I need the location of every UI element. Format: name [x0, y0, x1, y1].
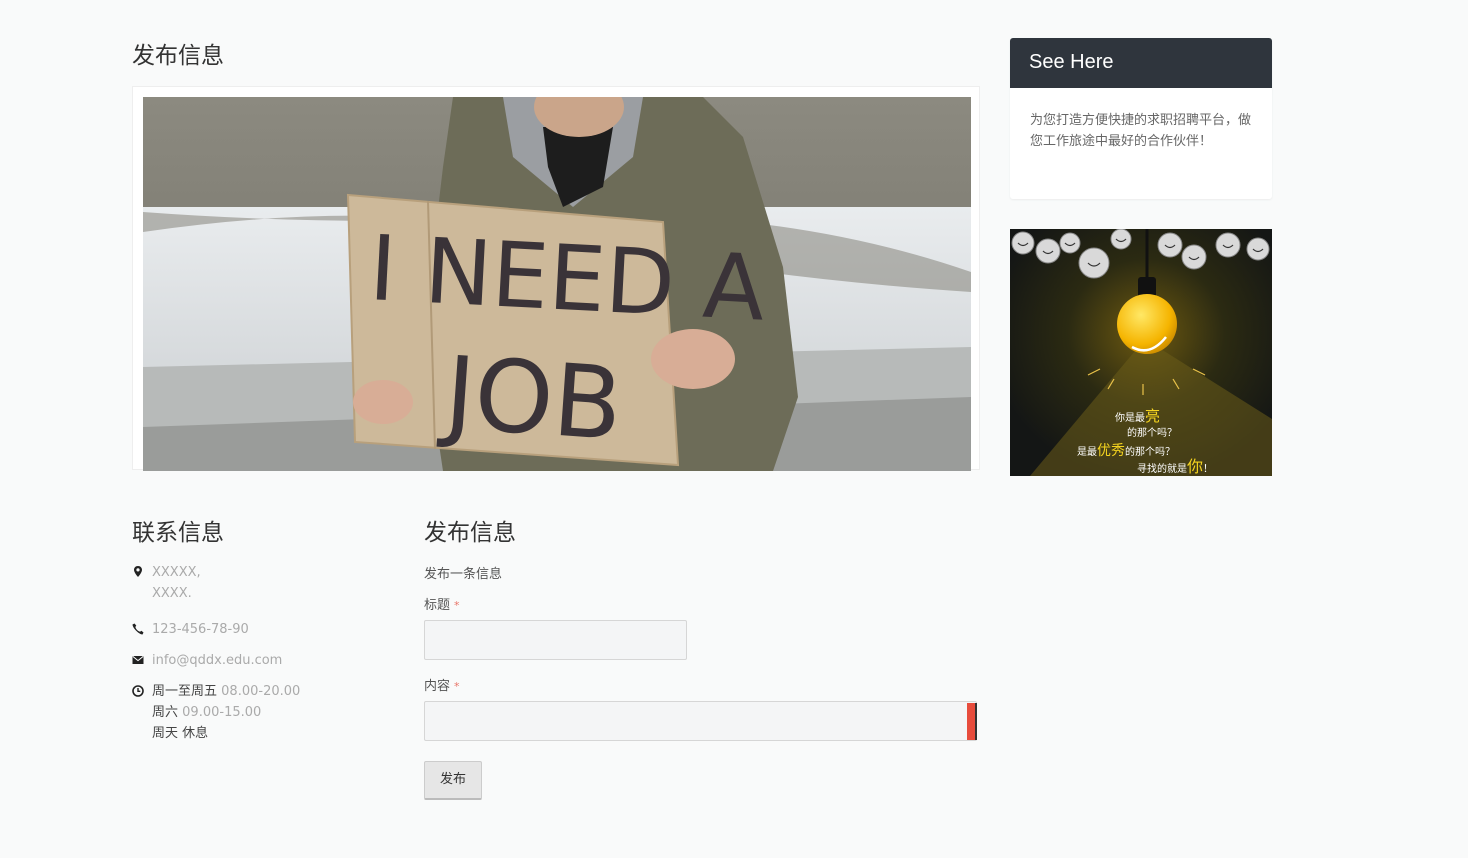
- input-resize-handle[interactable]: [967, 703, 977, 740]
- address-line-1: XXXXX,: [152, 565, 201, 580]
- sign-text-2: JOB: [435, 334, 626, 463]
- phone-text: 123-456-78-90: [152, 622, 249, 637]
- title-field-label: 标题 *: [424, 598, 460, 613]
- sidebar-card-body: 为您打造方便快捷的求职招聘平台，做您工作旅途中最好的合作伙伴！: [1030, 113, 1252, 149]
- envelope-icon: [132, 656, 144, 664]
- form-lead-text: 发布一条信息: [424, 567, 503, 582]
- sidebar-info-card: See Here 为您打造方便快捷的求职招聘平台，做您工作旅途中最好的合作伙伴！: [1010, 38, 1272, 199]
- contact-section-title: 联系信息: [132, 520, 224, 546]
- clock-icon: [132, 685, 144, 697]
- hero-image: I NEED A JOB: [143, 97, 971, 471]
- hours-row: 周六 09.00-15.00: [152, 705, 262, 720]
- phone-icon: [132, 623, 144, 635]
- address-line-2: XXXX.: [152, 586, 192, 601]
- svg-text:的那个吗？: 的那个吗？: [1127, 426, 1177, 439]
- hours-row: 周一至周五 08.00-20.00: [152, 684, 301, 699]
- hero-image-frame: I NEED A JOB: [132, 86, 980, 471]
- submit-button[interactable]: 发布: [424, 761, 482, 800]
- title-input[interactable]: [424, 620, 687, 660]
- sign-text-1: I NEED A: [367, 216, 768, 342]
- sidebar-ad-image[interactable]: 你是最亮 的那个吗？ 是最优秀的那个吗？ 寻找的就是你！: [1010, 229, 1272, 476]
- map-marker-icon: [134, 566, 142, 577]
- required-mark: *: [454, 599, 460, 612]
- page-title: 发布信息: [132, 43, 224, 69]
- required-mark: *: [454, 680, 460, 693]
- content-field-label: 内容 *: [424, 679, 460, 694]
- content-input[interactable]: [424, 701, 977, 741]
- hours-row: 周天 休息: [152, 726, 209, 741]
- post-section-title: 发布信息: [424, 520, 516, 546]
- sidebar-card-header: See Here: [1010, 38, 1272, 88]
- email-link[interactable]: info@qddx.edu.com: [152, 650, 282, 671]
